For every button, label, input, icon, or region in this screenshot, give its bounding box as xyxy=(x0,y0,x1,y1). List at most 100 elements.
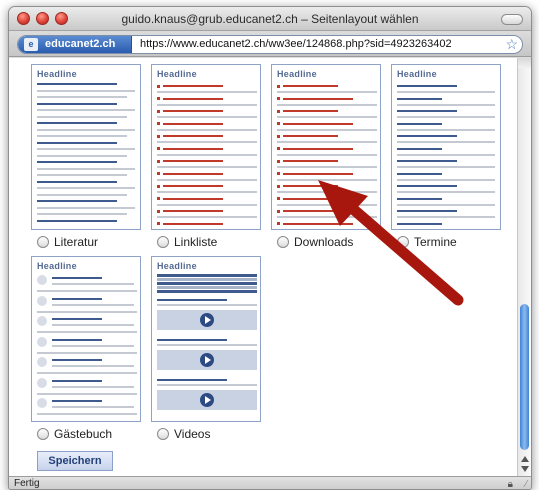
scroll-down-arrow-icon[interactable] xyxy=(521,466,529,472)
thumb-line xyxy=(283,97,353,100)
layout-option-linkliste[interactable]: Linkliste xyxy=(157,235,217,249)
thumb-line xyxy=(277,203,377,206)
link-bullet xyxy=(157,197,160,200)
thumb-line xyxy=(157,290,257,293)
thumb-line xyxy=(397,191,495,193)
resize-grip-icon[interactable]: ⁄ xyxy=(525,479,527,489)
url-field[interactable]: e educanet2.ch https://www.educanet2.ch/… xyxy=(17,35,523,54)
radio-linkliste[interactable] xyxy=(157,236,169,248)
thumb-line xyxy=(52,379,102,382)
thumb-line xyxy=(397,97,442,100)
layout-thumb-termine[interactable]: Headline xyxy=(391,64,501,230)
thumb-line xyxy=(163,210,223,212)
thumb-line xyxy=(52,400,102,402)
star-icon[interactable]: ☆ xyxy=(505,36,518,53)
radio-downloads[interactable] xyxy=(277,236,289,248)
layout-thumb-videos[interactable]: Headline xyxy=(151,256,261,422)
thumb-line xyxy=(283,172,353,175)
vertical-scrollbar[interactable] xyxy=(517,58,531,476)
thumb-line xyxy=(277,128,377,131)
layout-option-termine[interactable]: Termine xyxy=(397,235,457,249)
guestbook-avatar xyxy=(37,295,47,306)
layout-label: Linkliste xyxy=(174,235,218,249)
thumb-line xyxy=(157,344,257,346)
thumb-line xyxy=(37,206,135,209)
layout-thumb-gaestebuch[interactable]: Headline xyxy=(31,256,141,422)
browser-window: guido.knaus@grub.educanet2.ch – Seitenla… xyxy=(8,6,532,490)
thumb-line xyxy=(37,161,117,163)
thumb-line xyxy=(163,97,223,100)
download-bullet xyxy=(277,209,280,213)
radio-videos[interactable] xyxy=(157,428,169,440)
thumb-line xyxy=(397,178,495,181)
guestbook-avatar xyxy=(37,275,47,285)
thumb-line xyxy=(37,331,137,333)
title-bar[interactable]: guido.knaus@grub.educanet2.ch – Seitenla… xyxy=(9,7,531,31)
thumb-line xyxy=(157,286,257,289)
thumb-line xyxy=(277,166,377,168)
thumb-line xyxy=(397,166,495,168)
scroll-up-arrow-icon[interactable] xyxy=(521,456,529,462)
guestbook-avatar xyxy=(37,398,47,408)
thumb-line xyxy=(283,210,338,212)
thumb-line xyxy=(397,203,495,206)
thumb-line xyxy=(283,160,338,162)
download-bullet xyxy=(277,147,280,150)
thumb-line xyxy=(52,303,134,306)
thumb-line xyxy=(157,379,227,381)
thumb-line xyxy=(397,135,457,137)
site-identity-chip[interactable]: e educanet2.ch xyxy=(18,36,132,53)
layout-thumb-downloads[interactable]: Headline xyxy=(271,64,381,230)
thumb-line xyxy=(157,339,227,341)
thumb-line xyxy=(157,228,257,229)
layout-option-videos[interactable]: Videos xyxy=(157,427,210,441)
thumb-line xyxy=(37,167,135,170)
video-frame xyxy=(157,390,257,410)
scrollbar-thumb[interactable] xyxy=(520,304,529,450)
layout-option-downloads[interactable]: Downloads xyxy=(277,235,353,249)
status-text: Fertig xyxy=(14,478,40,489)
thumb-line xyxy=(397,128,495,131)
download-bullet xyxy=(277,184,280,188)
thumb-line xyxy=(397,160,457,162)
thumb-headline: Headline xyxy=(157,261,197,271)
thumb-line xyxy=(163,160,223,162)
radio-literatur[interactable] xyxy=(37,236,49,248)
thumb-line xyxy=(52,338,102,341)
thumb-line xyxy=(37,148,135,150)
thumb-line xyxy=(397,153,495,156)
radio-gaestebuch[interactable] xyxy=(37,428,49,440)
thumb-line xyxy=(157,178,257,181)
thumb-line xyxy=(397,185,457,187)
thumb-line xyxy=(283,110,338,112)
toolbar-toggle-button[interactable] xyxy=(501,14,523,25)
link-bullet xyxy=(157,184,160,188)
save-button[interactable]: Speichern xyxy=(37,451,113,471)
thumb-line xyxy=(283,122,353,125)
layout-thumb-linkliste[interactable]: Headline xyxy=(151,64,261,230)
video-frame xyxy=(157,350,257,370)
radio-termine[interactable] xyxy=(397,236,409,248)
thumb-line xyxy=(163,185,223,187)
thumb-line xyxy=(397,197,442,200)
thumb-headline: Headline xyxy=(277,69,317,79)
thumb-line xyxy=(37,372,137,374)
thumb-line xyxy=(157,166,257,168)
layout-option-literatur[interactable]: Literatur xyxy=(37,235,98,249)
layout-thumb-literatur[interactable]: Headline xyxy=(31,64,141,230)
download-bullet xyxy=(277,197,280,200)
thumb-line xyxy=(163,172,223,175)
thumb-line xyxy=(52,406,134,408)
thumb-line xyxy=(52,318,102,320)
thumb-line xyxy=(37,180,117,183)
lock-icon: 🔒︎ xyxy=(507,479,513,490)
thumb-line xyxy=(397,228,495,229)
page-content: Headline Literatur Headline Linkliste He… xyxy=(9,58,519,476)
thumb-line xyxy=(157,384,257,386)
layout-option-gaestebuch[interactable]: Gästebuch xyxy=(37,427,112,441)
thumb-line xyxy=(283,222,353,225)
play-icon xyxy=(200,393,214,407)
url-text[interactable]: https://www.educanet2.ch/ww3ee/124868.ph… xyxy=(140,38,452,50)
download-bullet xyxy=(277,97,280,100)
thumb-line xyxy=(52,359,102,361)
